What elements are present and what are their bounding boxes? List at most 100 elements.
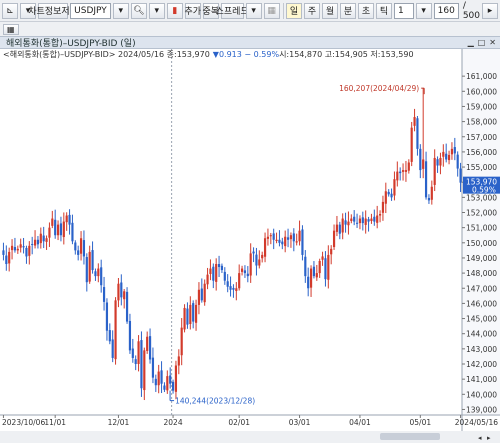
candle-body (128, 320, 132, 351)
window-controls: ▁ □ ✕ (468, 38, 496, 47)
y-tick-label: 151,000 (466, 224, 497, 233)
candle-body (45, 238, 48, 242)
candle-body (367, 219, 370, 222)
period-tick-button[interactable]: 틱 (376, 2, 393, 19)
candle-body (304, 256, 307, 277)
minimize-icon[interactable]: ▁ (468, 38, 474, 47)
candle-body (177, 356, 180, 366)
period-week-button[interactable]: 주 (304, 2, 321, 19)
candle-body (125, 291, 129, 322)
interval-dropdown-button[interactable]: ▾ (415, 2, 432, 19)
grid-icon: ▦ (7, 24, 15, 34)
candle-body (42, 235, 45, 242)
candle-body (226, 281, 229, 287)
candle-body (321, 256, 324, 260)
candle-body (416, 118, 419, 149)
search-button[interactable]: 🔍︎ (130, 2, 147, 19)
candle-body (284, 236, 287, 247)
candle-body (307, 276, 310, 289)
y-tick-label: 145,000 (466, 315, 497, 324)
candle-body (171, 381, 175, 391)
candle-body (350, 218, 353, 221)
close-icon[interactable]: ✕ (489, 38, 496, 47)
candle-body (286, 237, 290, 240)
add-label: 추가 (184, 7, 202, 17)
candle-body (39, 233, 42, 244)
candle-body (192, 303, 195, 322)
y-tick-label: 140,000 (466, 390, 497, 399)
save-chart-button[interactable]: 차트정보저장 (28, 2, 78, 19)
layout-button[interactable]: ▦ (263, 2, 280, 19)
search-icon: 🔍︎ (133, 5, 145, 16)
candle-body (272, 233, 275, 240)
y-tick-label: 152,000 (466, 209, 497, 218)
candle-body (309, 268, 313, 288)
candle-body (289, 235, 293, 240)
candle-body (74, 242, 77, 251)
candle-body (399, 171, 402, 174)
low-marker-label: 140,244(2023/12/28) (175, 397, 255, 406)
candle-body (275, 239, 278, 241)
candle-body (137, 341, 140, 365)
period-day-button[interactable]: 일 (286, 2, 303, 19)
candle-body (318, 260, 321, 274)
candle-body (148, 336, 152, 360)
interval-input[interactable]: 1 (394, 2, 414, 19)
candle-body (278, 239, 281, 243)
candle-body (427, 197, 431, 201)
candle-body (246, 273, 249, 277)
draw-tool-button[interactable]: ⊾ (2, 2, 18, 19)
candle-body (269, 235, 272, 237)
symbol-dropdown-button[interactable]: ▾ (112, 2, 129, 19)
layout-grid-button[interactable]: ▦ (3, 23, 19, 35)
y-tick-label: 150,000 (466, 239, 497, 248)
candle-body (235, 288, 238, 291)
candle-body (407, 162, 410, 171)
spread-button[interactable]: 스프레드 (216, 2, 249, 19)
y-tick-label: 147,000 (466, 284, 497, 293)
symbol-input[interactable]: USDJPY (70, 2, 111, 19)
count-input[interactable]: 160 (433, 2, 459, 19)
candle-body (430, 186, 433, 200)
period-month-button[interactable]: 월 (322, 2, 339, 19)
spread-dropdown-button[interactable]: ▾ (245, 2, 262, 19)
candle-body (370, 218, 373, 221)
candle-body (212, 266, 215, 281)
candle-body (255, 254, 258, 266)
count-value: 160 (437, 5, 455, 16)
y-tick-label: 141,000 (466, 375, 497, 384)
period-minute-button[interactable]: 분 (340, 2, 357, 19)
candle-body (215, 264, 218, 282)
candle-body (410, 127, 413, 162)
period-second-button[interactable]: 초 (358, 2, 375, 19)
y-tick-label: 144,000 (466, 330, 497, 339)
candle-body (436, 159, 439, 166)
candle-body (232, 287, 235, 290)
candle-body (327, 254, 330, 280)
add-indicator-button[interactable]: 추가 (184, 2, 202, 19)
maximize-icon[interactable]: □ (478, 38, 486, 47)
candle-type-button[interactable]: ▮ (166, 2, 183, 19)
spread-label: 스프레드 (215, 7, 249, 17)
candle-body (315, 273, 318, 278)
x-tick-label: 12/01 (108, 418, 130, 427)
candle-body (238, 273, 241, 289)
chevron-down-icon: ▾ (251, 5, 256, 16)
chevron-right-icon: ▸ (487, 5, 493, 16)
candle-body (261, 254, 264, 259)
candle-body (459, 168, 462, 183)
y-tick-label: 146,000 (466, 299, 497, 308)
candle-body (240, 268, 244, 272)
candle-body (292, 233, 295, 242)
y-tick-label: 161,000 (466, 72, 497, 81)
candle-body (442, 151, 445, 157)
candle-body (48, 227, 51, 238)
candle-body (332, 230, 336, 248)
candle-body (229, 286, 232, 290)
candle-body (404, 170, 408, 172)
scroll-left-icon: ◂ (478, 434, 482, 442)
candle-body (298, 230, 301, 242)
more-button[interactable]: ▸ (482, 2, 498, 19)
zoom-dropdown-button[interactable]: ▾ (148, 2, 165, 19)
candle-body (62, 221, 65, 238)
